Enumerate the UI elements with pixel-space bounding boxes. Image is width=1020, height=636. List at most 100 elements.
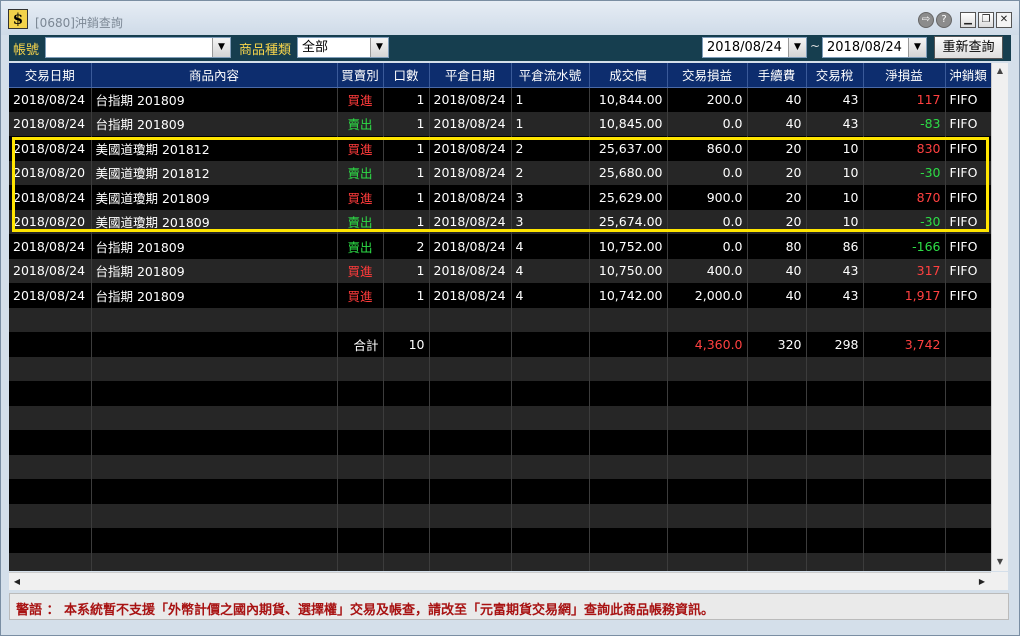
table-row[interactable]: 2018/08/24 美國道瓊期 201809 買進 1 2018/08/24 3 25,6…: [9, 185, 991, 210]
scroll-right-icon[interactable]: ▶: [974, 573, 990, 590]
empty-cell: [337, 307, 384, 332]
net-pl-cell: 830: [863, 136, 946, 161]
maximize-button[interactable]: ❐: [978, 12, 994, 28]
table-row[interactable]: 2018/08/24 美國道瓊期 201812 買進 1 2018/08/24 2 25,6…: [9, 136, 991, 161]
column-header[interactable]: 買賣別: [337, 63, 384, 88]
empty-cell: [9, 307, 92, 332]
account-select[interactable]: ▼: [45, 37, 231, 58]
column-header[interactable]: 交易損益: [667, 63, 748, 88]
empty-cell: [589, 479, 668, 504]
net-pl-cell: 1,917: [863, 283, 946, 308]
empty-cell: [91, 454, 338, 479]
empty-cell: [511, 405, 590, 430]
table-row[interactable]: 2018/08/20 美國道瓊期 201809 賣出 1 2018/08/24 3 25,6…: [9, 209, 991, 234]
offset-table: 交易日期 商品內容 買賣別 口數 平倉日期 平倉流水號 成交價 交易損益 手續費 交易稅 淨損益 沖銷…: [9, 63, 991, 571]
column-header[interactable]: 交易日期: [9, 63, 92, 88]
empty-cell: [747, 528, 807, 553]
tax-cell: 43: [806, 283, 864, 308]
table-row[interactable]: 2018/08/24 台指期 201809 買進 1 2018/08/24 4 10,750…: [9, 258, 991, 283]
chevron-down-icon[interactable]: ▼: [370, 38, 388, 57]
side-cell: 賣出: [337, 234, 384, 259]
tool-icon[interactable]: ⇨: [918, 12, 934, 28]
column-header[interactable]: 成交價: [589, 63, 668, 88]
empty-cell: [429, 430, 512, 455]
close-date-cell: 2018/08/24: [429, 185, 512, 210]
offset-type-cell: FIFO: [945, 185, 991, 210]
empty-cell: [863, 356, 946, 381]
scroll-down-icon[interactable]: ▼: [992, 554, 1008, 570]
scroll-corner: [991, 572, 1008, 590]
column-header[interactable]: 手續費: [747, 63, 807, 88]
empty-cell: [9, 528, 92, 553]
empty-cell: [429, 356, 512, 381]
close-serial-cell: 2: [511, 136, 590, 161]
requery-button[interactable]: 重新查詢: [934, 36, 1003, 59]
price-cell: 25,629.00: [589, 185, 668, 210]
trade-pl-cell: 0.0: [667, 160, 748, 185]
column-header[interactable]: 平倉流水號: [511, 63, 590, 88]
close-button[interactable]: ✕: [996, 12, 1012, 28]
chevron-down-icon[interactable]: ▼: [212, 38, 230, 57]
empty-cell: [945, 454, 991, 479]
tax-cell: 10: [806, 185, 864, 210]
empty-cell: [429, 528, 512, 553]
date-from-select[interactable]: 2018/08/24 ▼: [702, 37, 807, 58]
product-type-select[interactable]: 全部 ▼: [297, 37, 389, 58]
empty-cell: [589, 454, 668, 479]
table-row[interactable]: 2018/08/20 美國道瓊期 201812 賣出 1 2018/08/24 2 25,6…: [9, 160, 991, 185]
scroll-left-icon[interactable]: ◀: [9, 573, 25, 590]
bottom-strip: [1, 623, 1019, 635]
empty-cell: [863, 528, 946, 553]
trade-pl-cell: 900.0: [667, 185, 748, 210]
tax-cell: 43: [806, 258, 864, 283]
empty-cell: [945, 332, 991, 357]
tax-cell: 86: [806, 234, 864, 259]
chevron-down-icon[interactable]: ▼: [908, 38, 926, 57]
empty-row: [9, 454, 991, 479]
query-window: $ [0680]沖銷查詢 ⇨ ? ▁ ❐ ✕ 帳號 ▼ 商品種類 全部 ▼ 20…: [0, 0, 1020, 636]
date-to-select[interactable]: 2018/08/24 ▼: [822, 37, 927, 58]
tax-cell: 10: [806, 136, 864, 161]
empty-cell: [337, 479, 384, 504]
empty-cell: [863, 503, 946, 528]
column-header[interactable]: 商品內容: [91, 63, 338, 88]
close-serial-cell: 4: [511, 283, 590, 308]
vertical-scrollbar[interactable]: ▲ ▼: [991, 63, 1008, 571]
horizontal-scrollbar[interactable]: ◀ ▶: [9, 572, 991, 590]
fee-cell: 20: [747, 136, 807, 161]
empty-cell: [429, 307, 512, 332]
total-net-pl: 3,742: [863, 332, 946, 357]
close-serial-cell: 1: [511, 111, 590, 136]
empty-cell: [806, 454, 864, 479]
empty-cell: [91, 430, 338, 455]
empty-cell: [589, 430, 668, 455]
empty-cell: [589, 381, 668, 406]
side-cell: 賣出: [337, 209, 384, 234]
column-header[interactable]: 沖銷類: [945, 63, 991, 88]
window-title: [0680]沖銷查詢: [35, 16, 123, 30]
total-trade-pl: 4,360.0: [667, 332, 748, 357]
empty-row: [9, 356, 991, 381]
help-icon[interactable]: ?: [936, 12, 952, 28]
table-row[interactable]: 2018/08/24 台指期 201809 賣出 2 2018/08/24 4 10,752…: [9, 234, 991, 259]
column-header[interactable]: 平倉日期: [429, 63, 512, 88]
table-row[interactable]: 2018/08/24 台指期 201809 買進 1 2018/08/24 4 10,742…: [9, 283, 991, 308]
empty-cell: [806, 307, 864, 332]
scroll-up-icon[interactable]: ▲: [992, 63, 1008, 79]
title-bar[interactable]: $ [0680]沖銷查詢 ⇨ ? ▁ ❐ ✕: [1, 1, 1019, 35]
column-header[interactable]: 淨損益: [863, 63, 946, 88]
empty-cell: [9, 356, 92, 381]
column-header[interactable]: 口數: [383, 63, 430, 88]
chevron-down-icon[interactable]: ▼: [788, 38, 806, 57]
table-row[interactable]: 2018/08/24 台指期 201809 買進 1 2018/08/24 1 10,844…: [9, 87, 991, 112]
minimize-button[interactable]: ▁: [960, 12, 976, 28]
empty-cell: [383, 528, 430, 553]
empty-cell: [383, 503, 430, 528]
fee-cell: 40: [747, 258, 807, 283]
net-pl-cell: 317: [863, 258, 946, 283]
fee-cell: 20: [747, 160, 807, 185]
column-header[interactable]: 交易稅: [806, 63, 864, 88]
empty-cell: [383, 454, 430, 479]
offset-grid[interactable]: 交易日期 商品內容 買賣別 口數 平倉日期 平倉流水號 成交價 交易損益 手續費 交易稅 淨損益 沖銷…: [9, 63, 991, 571]
table-row[interactable]: 2018/08/24 台指期 201809 賣出 1 2018/08/24 1 10,845…: [9, 111, 991, 136]
